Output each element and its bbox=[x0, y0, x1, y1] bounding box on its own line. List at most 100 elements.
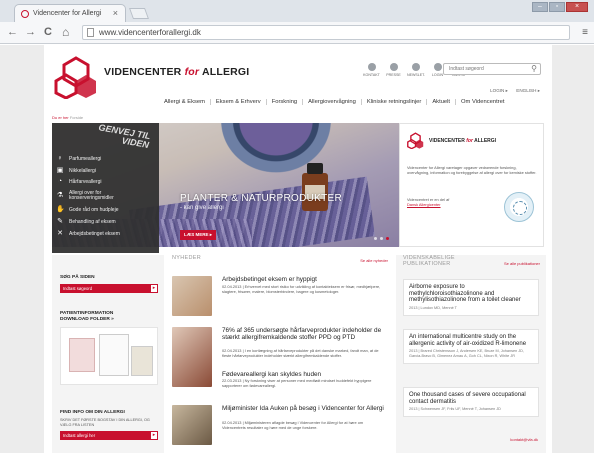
promo-part-of: Videncentret er en del af Dansk Allergic… bbox=[407, 197, 487, 207]
site-search-input[interactable]: Indtast søgeord ▸ bbox=[60, 284, 158, 293]
publications-heading: VIDENSKABELIGE PUBLIKATIONER bbox=[403, 255, 455, 267]
allergy-search-placeholder: Indtast allergi her bbox=[63, 433, 96, 438]
shortcut-item-preservatives[interactable]: ⚗ Allergi over for konserveringsmidler bbox=[56, 188, 147, 204]
breadcrumb-current[interactable]: Forside bbox=[70, 115, 83, 120]
newsletter-link[interactable]: NEWSLET. bbox=[407, 63, 425, 77]
shortcut-menu: GENVEJ TIL VIDEN ♀ Parfumeallergi ▣ Nikkel… bbox=[52, 122, 159, 253]
header-search-input[interactable]: Indtast søgeord ⚲ bbox=[443, 63, 541, 75]
publication-title[interactable]: Airborne exposure to methylchloroisothia… bbox=[409, 284, 533, 304]
carousel-dot[interactable] bbox=[374, 237, 377, 240]
search-icon[interactable]: ⚲ bbox=[531, 64, 537, 73]
nav-aktuelt[interactable]: Aktuelt bbox=[426, 99, 455, 105]
shortcut-item-treatment[interactable]: ✎ Behandling af eksem bbox=[56, 216, 147, 228]
maximize-button[interactable]: ▫ bbox=[549, 2, 565, 12]
preservatives-icon: ⚗ bbox=[56, 192, 64, 200]
nav-allergi-eksem[interactable]: Allergi & Eksem bbox=[159, 99, 210, 105]
shortcut-label: Nikkelallergi bbox=[69, 167, 96, 174]
publication-card[interactable]: An international multicentre study on th… bbox=[403, 329, 539, 364]
press-icon bbox=[389, 63, 398, 71]
shortcut-item-hair-dye[interactable]: ◔ Hårfarveallergi bbox=[56, 177, 147, 189]
hair-dye-icon: ◔ bbox=[57, 178, 63, 186]
skincare-icon: ✋ bbox=[56, 206, 65, 214]
nav-allergiovervaagning[interactable]: Allergiovervågning bbox=[302, 99, 361, 105]
shortcut-item-perfume[interactable]: ♀ Parfumeallergi bbox=[56, 153, 147, 165]
shortcut-label: Allergi over for konserveringsmidler bbox=[69, 189, 114, 202]
news-item[interactable]: 76% af 365 undersøgte hårfarveprodukter … bbox=[172, 327, 392, 402]
shortcut-item-work[interactable]: ✕ Arbejdsbetinget eksem bbox=[56, 228, 147, 240]
nickel-icon: ▣ bbox=[56, 166, 64, 174]
page-viewport: VIDENCENTER for ALLERGI KONTAKT PRESSE N… bbox=[0, 45, 594, 453]
publications-heading-line2: PUBLIKATIONER bbox=[403, 261, 451, 267]
nav-kliniske-retningslinjer[interactable]: Kliniske retningslinjer bbox=[360, 99, 426, 105]
reload-button[interactable]: C bbox=[44, 26, 52, 38]
nav-om-videncentret[interactable]: Om Videncentret bbox=[455, 99, 509, 105]
nav-eksem-erhverv[interactable]: Eksem & Erhverv bbox=[209, 99, 266, 105]
logo-text[interactable]: VIDENCENTER for ALLERGI bbox=[104, 66, 249, 78]
news-thumbnail[interactable] bbox=[172, 276, 212, 316]
patient-folders-image[interactable] bbox=[60, 327, 158, 385]
url-text[interactable]: www.videncenterforallergi.dk bbox=[99, 28, 201, 37]
browser-tab[interactable]: Videncenter for Allergi × bbox=[14, 4, 126, 22]
contact-link[interactable]: KONTAKT bbox=[363, 63, 380, 77]
news-body: 02.04.2013 | Miljøministeren aflagde bes… bbox=[222, 420, 387, 431]
home-button[interactable]: ⌂ bbox=[62, 26, 69, 38]
minimize-button[interactable]: ‒ bbox=[532, 2, 548, 12]
news-item[interactable]: Arbejdsbetinget eksem er hyppigt 02.04.2… bbox=[172, 276, 392, 326]
publication-title[interactable]: An international multicentre study on th… bbox=[409, 334, 533, 347]
contact-email-link[interactable]: kontakt@vfa.dk bbox=[510, 437, 538, 442]
news-title[interactable]: 76% af 365 undersøgte hårfarveprodukter … bbox=[222, 327, 387, 341]
carousel-dot-active[interactable] bbox=[386, 237, 389, 240]
site-search-box: SØG PÅ SIDEN Indtast søgeord ▸ bbox=[60, 275, 158, 293]
hero-read-more-button[interactable]: LÆS MERE ▸ bbox=[180, 230, 217, 240]
carousel-dot[interactable] bbox=[380, 237, 383, 240]
publications-section: VIDENSKABELIGE PUBLIKATIONER Se alle pub… bbox=[396, 255, 546, 453]
publication-card[interactable]: Airborne exposure to methylchloroisothia… bbox=[403, 279, 539, 316]
press-link[interactable]: PRESSE bbox=[385, 63, 402, 77]
publication-title[interactable]: One thousand cases of severe occupationa… bbox=[409, 392, 533, 405]
patient-info-box[interactable]: PATIENTINFORMATION DOWNLOAD FOLDER » bbox=[60, 311, 158, 385]
shortcut-item-nickel[interactable]: ▣ Nikkelallergi bbox=[56, 165, 147, 177]
forward-button[interactable]: → bbox=[25, 26, 36, 38]
login-text-link[interactable]: LOGIN ▸ bbox=[490, 88, 508, 93]
news-item[interactable]: Miljøminister Ida Auken på besøg i Viden… bbox=[172, 405, 392, 453]
new-tab-button[interactable] bbox=[128, 8, 150, 19]
dansk-allergicenter-link[interactable]: Dansk Allergicenter bbox=[407, 202, 487, 207]
see-all-publications-link[interactable]: Se alle publikationer bbox=[504, 261, 540, 266]
news-excerpt: | I en kortlægning af hårfarveprodukter … bbox=[222, 348, 379, 358]
newsletter-label: NEWSLET. bbox=[407, 73, 425, 77]
publication-meta: 2013 | Lundov MD, Menné T bbox=[409, 305, 457, 310]
news-body: 02.04.2013 | Erhvervet med stort risiko … bbox=[222, 284, 387, 295]
news-title[interactable]: Arbejdsbetinget eksem er hyppigt bbox=[222, 276, 387, 283]
shortcut-label: Gode råd om hudpleje bbox=[69, 207, 119, 214]
tab-close-icon[interactable]: × bbox=[113, 8, 118, 18]
site-search-submit-icon[interactable]: ▸ bbox=[150, 284, 158, 293]
certification-seal-icon bbox=[504, 192, 534, 222]
press-label: PRESSE bbox=[386, 73, 401, 77]
logo-word-for: for bbox=[184, 66, 200, 78]
promo-title-main: VIDENCENTER bbox=[429, 138, 465, 144]
publication-card[interactable]: One thousand cases of severe occupationa… bbox=[403, 387, 539, 417]
site-search-placeholder: Indtast søgeord bbox=[63, 286, 93, 291]
news-title[interactable]: Fødevareallergi kan skyldes huden bbox=[222, 371, 387, 378]
see-all-news-link[interactable]: Se alle nyheder bbox=[360, 258, 388, 263]
breadcrumb: Du er her Forside bbox=[52, 115, 83, 120]
address-bar[interactable]: www.videncenterforallergi.dk bbox=[82, 25, 570, 40]
allergy-search-submit-icon[interactable]: ▸ bbox=[150, 431, 158, 440]
news-thumbnail[interactable] bbox=[172, 327, 212, 387]
browser-toolbar: ← → C ⌂ www.videncenterforallergi.dk ≡ bbox=[0, 22, 594, 44]
nav-forskning[interactable]: Forskning bbox=[265, 99, 302, 105]
allergy-search-input[interactable]: Indtast allergi her ▸ bbox=[60, 431, 158, 440]
browser-menu-icon[interactable]: ≡ bbox=[582, 27, 588, 38]
close-window-button[interactable]: × bbox=[566, 2, 588, 12]
publication-meta: 2013 | Brared Christensson J, Andersen K… bbox=[409, 349, 524, 358]
english-link[interactable]: ENGLISH ▸ bbox=[516, 88, 540, 93]
site-search-title: SØG PÅ SIDEN bbox=[60, 275, 95, 280]
utility-links: LOGIN ▸ ENGLISH ▸ bbox=[483, 88, 540, 94]
shortcut-label: Hårfarveallergi bbox=[69, 179, 102, 186]
logo-hexagon-icon[interactable] bbox=[54, 55, 98, 99]
shortcut-item-skincare[interactable]: ✋ Gode råd om hudpleje bbox=[56, 204, 147, 216]
back-button[interactable]: ← bbox=[7, 26, 18, 38]
news-thumbnail[interactable] bbox=[172, 405, 212, 445]
news-title[interactable]: Miljøminister Ida Auken på besøg i Viden… bbox=[222, 405, 387, 412]
download-folder-link[interactable]: DOWNLOAD FOLDER » bbox=[60, 317, 158, 323]
